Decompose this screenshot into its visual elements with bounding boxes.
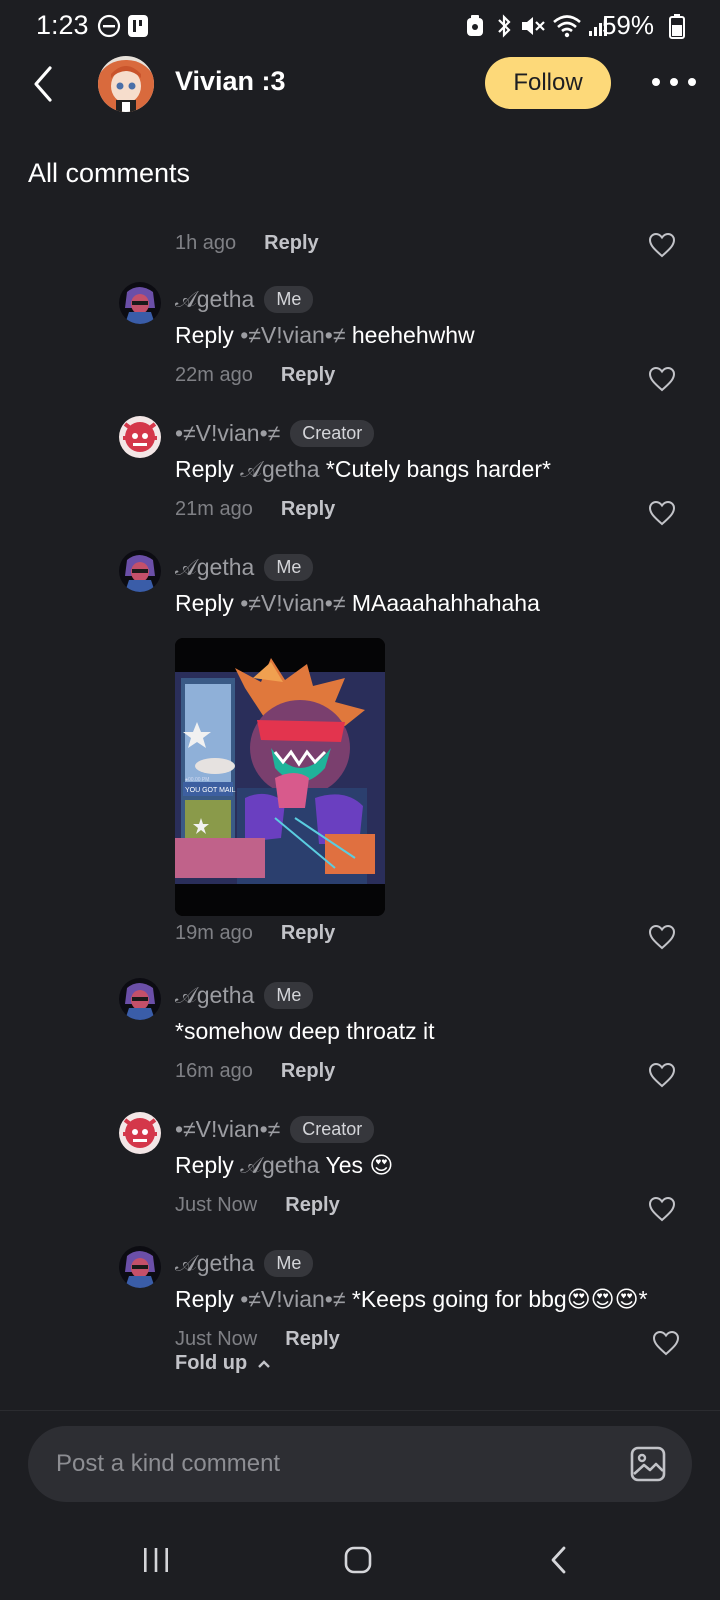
status-bar: 1:23 59% bbox=[0, 0, 720, 52]
reply-button[interactable]: Reply bbox=[281, 922, 335, 945]
comment-list: 1h ago Reply 𝒜getha Me Reply •≠V!vian•≠ … bbox=[0, 210, 720, 1410]
sim-icon bbox=[125, 12, 151, 40]
section-title: All comments bbox=[28, 158, 191, 188]
like-heart-icon[interactable] bbox=[648, 924, 676, 950]
comment-header: 𝒜getha Me bbox=[175, 1250, 314, 1277]
comment-text: Reply •≠V!vian•≠ *Keeps going for bbg😍😍😍… bbox=[175, 1286, 648, 1312]
dnd-icon bbox=[96, 12, 122, 40]
comment-text: Reply •≠V!vian•≠ heehehwhw bbox=[175, 322, 475, 348]
comment-meta: 1h ago Reply bbox=[175, 232, 319, 255]
comment-time: Just Now bbox=[175, 1194, 258, 1216]
fold-up-label: Fold up bbox=[175, 1352, 248, 1374]
comment-time: 1h ago bbox=[175, 232, 237, 254]
reply-button[interactable]: Reply bbox=[285, 1194, 339, 1217]
image-text: ●00.00 PM bbox=[185, 777, 209, 783]
nav-back-button[interactable] bbox=[538, 1538, 582, 1582]
commenter-name[interactable]: 𝒜getha bbox=[175, 554, 254, 581]
wifi-icon bbox=[552, 12, 582, 40]
me-badge: Me bbox=[264, 982, 314, 1009]
mention[interactable]: •≠V!vian•≠ bbox=[240, 1286, 345, 1312]
image-upload-icon[interactable] bbox=[630, 1446, 666, 1482]
me-badge: Me bbox=[264, 1250, 314, 1277]
like-heart-icon[interactable] bbox=[648, 366, 676, 392]
me-badge: Me bbox=[264, 554, 314, 581]
comment-text: Reply 𝒜getha *Cutely bangs harder* bbox=[175, 456, 551, 482]
mute-icon bbox=[520, 12, 546, 40]
comment-meta: 21m ago Reply bbox=[175, 498, 335, 521]
recent-apps-button[interactable] bbox=[134, 1538, 178, 1582]
comment-meta: 19m ago Reply bbox=[175, 922, 335, 945]
comment-time: 22m ago bbox=[175, 364, 253, 386]
comment-time: Just Now bbox=[175, 1328, 258, 1350]
back-arrow-icon bbox=[34, 66, 52, 102]
bluetooth-icon bbox=[492, 12, 516, 40]
chevron-up-icon bbox=[258, 1359, 271, 1368]
image-text: YOU GOT MAIL bbox=[185, 787, 236, 794]
comment-header: 𝒜getha Me bbox=[175, 554, 314, 581]
reply-button[interactable]: Reply bbox=[264, 232, 318, 255]
mention[interactable]: 𝒜getha bbox=[240, 456, 319, 482]
like-heart-icon[interactable] bbox=[648, 500, 676, 526]
mention[interactable]: •≠V!vian•≠ bbox=[240, 322, 345, 348]
commenter-avatar[interactable] bbox=[119, 1112, 161, 1154]
comment-meta: 22m ago Reply bbox=[175, 364, 335, 387]
reply-button[interactable]: Reply bbox=[281, 364, 335, 387]
creator-avatar[interactable] bbox=[98, 56, 154, 112]
commenter-name[interactable]: 𝒜getha bbox=[175, 286, 254, 313]
comment-time: 19m ago bbox=[175, 922, 253, 944]
back-button[interactable] bbox=[26, 62, 66, 106]
commenter-avatar[interactable] bbox=[119, 1246, 161, 1288]
comment-header: •≠V!vian•≠ Creator bbox=[175, 1116, 375, 1143]
home-button[interactable] bbox=[336, 1538, 380, 1582]
battery-icon bbox=[668, 12, 686, 40]
like-heart-icon[interactable] bbox=[648, 1062, 676, 1088]
commenter-name[interactable]: 𝒜getha bbox=[175, 1250, 254, 1277]
comment-time: 21m ago bbox=[175, 498, 253, 520]
comment-meta: 16m ago Reply bbox=[175, 1060, 335, 1083]
comment-header: 𝒜getha Me bbox=[175, 286, 314, 313]
comment-meta: Just Now Reply bbox=[175, 1328, 340, 1351]
reply-button[interactable]: Reply bbox=[281, 1060, 335, 1083]
comment-input[interactable] bbox=[56, 1426, 596, 1502]
more-options-icon[interactable] bbox=[652, 66, 696, 98]
comment-header: 𝒜getha Me bbox=[175, 982, 314, 1009]
battery-percentage: 59% bbox=[601, 10, 654, 40]
status-time: 1:23 bbox=[36, 10, 89, 40]
like-heart-icon[interactable] bbox=[648, 1196, 676, 1222]
me-badge: Me bbox=[264, 286, 314, 313]
comment-text: Reply •≠V!vian•≠ MAaaahahhahaha bbox=[175, 590, 540, 616]
comment-time: 16m ago bbox=[175, 1060, 253, 1082]
reply-button[interactable]: Reply bbox=[281, 498, 335, 521]
divider bbox=[0, 1410, 720, 1411]
commenter-name[interactable]: 𝒜getha bbox=[175, 982, 254, 1009]
commenter-avatar[interactable] bbox=[119, 978, 161, 1020]
commenter-avatar[interactable] bbox=[119, 550, 161, 592]
notification-icon bbox=[462, 12, 488, 40]
mention[interactable]: 𝒜getha bbox=[240, 1152, 319, 1178]
creator-badge: Creator bbox=[290, 1116, 375, 1143]
home-icon bbox=[344, 1546, 372, 1574]
comment-text: *somehow deep throatz it bbox=[175, 1018, 435, 1044]
fold-up-button[interactable]: Fold up bbox=[175, 1352, 271, 1375]
follow-button[interactable]: Follow bbox=[485, 57, 611, 109]
creator-badge: Creator bbox=[290, 420, 375, 447]
commenter-name[interactable]: •≠V!vian•≠ bbox=[175, 420, 280, 447]
commenter-name[interactable]: •≠V!vian•≠ bbox=[175, 1116, 280, 1143]
header-title: Vivian :3 bbox=[175, 66, 286, 96]
header: Vivian :3 Follow bbox=[0, 52, 720, 116]
commenter-avatar[interactable] bbox=[119, 282, 161, 324]
recent-apps-icon bbox=[144, 1548, 168, 1572]
like-heart-icon[interactable] bbox=[652, 1330, 680, 1356]
commenter-avatar[interactable] bbox=[119, 416, 161, 458]
system-nav-bar bbox=[0, 1520, 720, 1600]
comment-box bbox=[28, 1426, 692, 1502]
mention[interactable]: •≠V!vian•≠ bbox=[240, 590, 345, 616]
comment-meta: Just Now Reply bbox=[175, 1194, 340, 1217]
like-heart-icon[interactable] bbox=[648, 232, 676, 258]
comment-text: Reply 𝒜getha Yes 😍 bbox=[175, 1152, 394, 1178]
attached-image[interactable]: YOU GOT MAIL ●00.00 PM bbox=[175, 638, 385, 916]
back-chevron-icon bbox=[551, 1546, 566, 1574]
reply-button[interactable]: Reply bbox=[285, 1328, 339, 1351]
comment-header: •≠V!vian•≠ Creator bbox=[175, 420, 375, 447]
